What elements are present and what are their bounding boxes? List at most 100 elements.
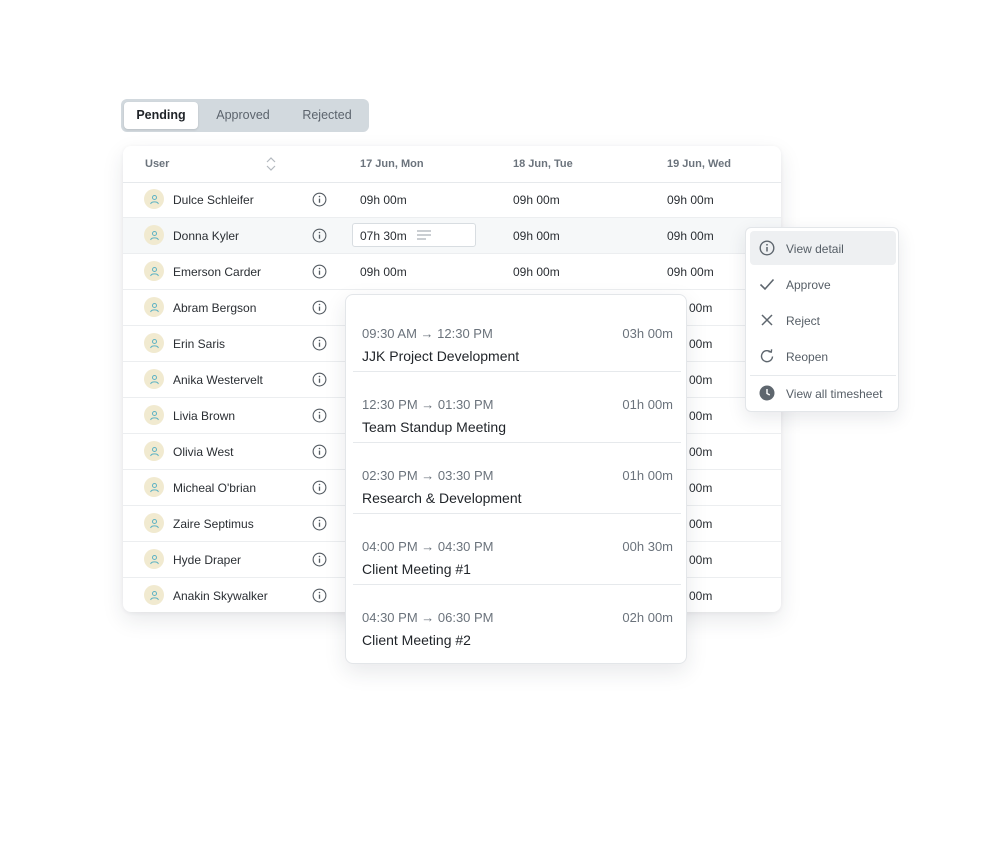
- table-row[interactable]: Emerson Carder 09h 00m 09h 00m 09h 00m: [123, 254, 781, 290]
- info-icon[interactable]: [312, 408, 327, 423]
- avatar: [144, 369, 164, 389]
- menu-item-label: View detail: [786, 242, 844, 256]
- hours-cell[interactable]: 09h 00m: [667, 193, 714, 207]
- column-header-day-2: 18 Jun, Tue: [513, 158, 573, 170]
- notes-icon[interactable]: [417, 230, 431, 240]
- hours-cell[interactable]: 09h 00m: [667, 265, 714, 279]
- avatar: [144, 333, 164, 353]
- menu-item-approve[interactable]: Approve: [750, 267, 896, 301]
- avatar: [144, 513, 164, 533]
- user-icon: [149, 230, 159, 240]
- menu-item-reject[interactable]: Reject: [750, 303, 896, 337]
- row-action-menu: View detail Approve Reject Reopen View a…: [745, 227, 899, 412]
- hours-cell[interactable]: 00m: [689, 409, 712, 423]
- table-row[interactable]: Donna Kyler 07h 30m 09h 00m 09h 00m: [123, 218, 781, 254]
- info-icon[interactable]: [312, 336, 327, 351]
- user-icon: [149, 338, 159, 348]
- menu-item-label: Reject: [786, 314, 821, 328]
- sort-icon[interactable]: [265, 156, 277, 172]
- menu-item-reopen[interactable]: Reopen: [750, 339, 896, 373]
- tab-pending[interactable]: Pending: [124, 102, 198, 129]
- user-icon: [149, 194, 159, 204]
- info-icon[interactable]: [312, 444, 327, 459]
- time-entry[interactable]: 02:30 PM → 03:30 PM 01h 00m Research & Dev…: [353, 443, 681, 514]
- info-icon[interactable]: [312, 516, 327, 531]
- entry-time-range: 12:30 PM → 01:30 PM: [362, 397, 494, 412]
- user-name: Zaire Septimus: [173, 517, 254, 531]
- hours-cell[interactable]: 00m: [689, 445, 712, 459]
- time-entries-popup: 09:30 AM → 12:30 PM 03h 00m JJK Project De…: [345, 294, 687, 664]
- close-icon: [761, 314, 773, 326]
- column-header-user: User: [145, 158, 170, 170]
- menu-item-view-detail[interactable]: View detail: [750, 231, 896, 265]
- entry-title: Client Meeting #1: [362, 561, 471, 577]
- user-icon: [149, 410, 159, 420]
- entry-title: Team Standup Meeting: [362, 419, 506, 435]
- time-entry[interactable]: 09:30 AM → 12:30 PM 03h 00m JJK Project De…: [353, 301, 681, 372]
- user-name: Dulce Schleifer: [173, 193, 254, 207]
- entry-time-range: 02:30 PM → 03:30 PM: [362, 468, 494, 483]
- info-icon[interactable]: [312, 588, 327, 603]
- info-icon[interactable]: [312, 480, 327, 495]
- entry-duration: 03h 00m: [622, 326, 673, 341]
- user-name: Micheal O'brian: [173, 481, 256, 495]
- menu-item-label: Reopen: [786, 350, 829, 364]
- avatar: [144, 189, 164, 209]
- column-header-day-1: 17 Jun, Mon: [360, 158, 424, 170]
- tab-rejected[interactable]: Rejected: [288, 102, 366, 129]
- info-icon[interactable]: [312, 372, 327, 387]
- user-name: Anika Westervelt: [173, 373, 263, 387]
- time-entry[interactable]: 04:00 PM → 04:30 PM 00h 30m Client Meeting…: [353, 514, 681, 585]
- user-icon: [149, 302, 159, 312]
- entry-duration: 00h 30m: [622, 539, 673, 554]
- avatar: [144, 405, 164, 425]
- hours-value: 07h 30m: [360, 229, 407, 243]
- hours-cell[interactable]: 09h 00m: [513, 229, 560, 243]
- hours-cell[interactable]: 00m: [689, 553, 712, 567]
- user-name: Abram Bergson: [173, 301, 257, 315]
- info-icon[interactable]: [312, 228, 327, 243]
- entry-duration: 02h 00m: [622, 610, 673, 625]
- hours-cell[interactable]: 00m: [689, 337, 712, 351]
- user-icon: [149, 518, 159, 528]
- info-icon[interactable]: [312, 264, 327, 279]
- menu-item-label: View all timesheet: [786, 387, 883, 401]
- check-icon: [759, 278, 775, 291]
- hours-cell[interactable]: 00m: [689, 373, 712, 387]
- user-icon: [149, 554, 159, 564]
- entry-time-range: 09:30 AM → 12:30 PM: [362, 326, 493, 341]
- hours-cell[interactable]: 00m: [689, 517, 712, 531]
- hours-cell[interactable]: 00m: [689, 481, 712, 495]
- menu-item-label: Approve: [786, 278, 831, 292]
- hours-cell-editing[interactable]: 07h 30m: [352, 223, 476, 247]
- info-icon[interactable]: [312, 300, 327, 315]
- user-name: Hyde Draper: [173, 553, 242, 567]
- hours-cell[interactable]: 00m: [689, 301, 712, 315]
- hours-cell[interactable]: 09h 00m: [667, 229, 714, 243]
- hours-cell[interactable]: 09h 00m: [513, 193, 560, 207]
- entry-title: Client Meeting #2: [362, 632, 471, 648]
- info-icon[interactable]: [312, 192, 327, 207]
- entry-title: JJK Project Development: [362, 348, 520, 364]
- avatar: [144, 477, 164, 497]
- table-row[interactable]: Dulce Schleifer 09h 00m 09h 00m 09h 00m: [123, 182, 781, 218]
- entry-duration: 01h 00m: [622, 397, 673, 412]
- time-entry[interactable]: 04:30 PM → 06:30 PM 02h 00m Client Meeting…: [353, 585, 681, 656]
- hours-cell[interactable]: 09h 00m: [360, 265, 407, 279]
- hours-cell[interactable]: 09h 00m: [360, 193, 407, 207]
- entry-duration: 01h 00m: [622, 468, 673, 483]
- time-entry[interactable]: 12:30 PM → 01:30 PM 01h 00m Team Standup M…: [353, 372, 681, 443]
- user-icon: [149, 374, 159, 384]
- tab-approved[interactable]: Approved: [198, 102, 288, 129]
- avatar: [144, 225, 164, 245]
- hours-cell[interactable]: 09h 00m: [513, 265, 560, 279]
- refresh-icon: [760, 349, 774, 363]
- status-tabs: Pending Approved Rejected: [121, 99, 369, 132]
- avatar: [144, 297, 164, 317]
- hours-cell[interactable]: 00m: [689, 589, 712, 603]
- info-icon[interactable]: [312, 552, 327, 567]
- menu-item-view-all-timesheet[interactable]: View all timesheet: [750, 376, 896, 410]
- user-name: Anakin Skywalker: [173, 589, 268, 603]
- user-name: Livia Brown: [173, 409, 236, 423]
- user-icon: [149, 482, 159, 492]
